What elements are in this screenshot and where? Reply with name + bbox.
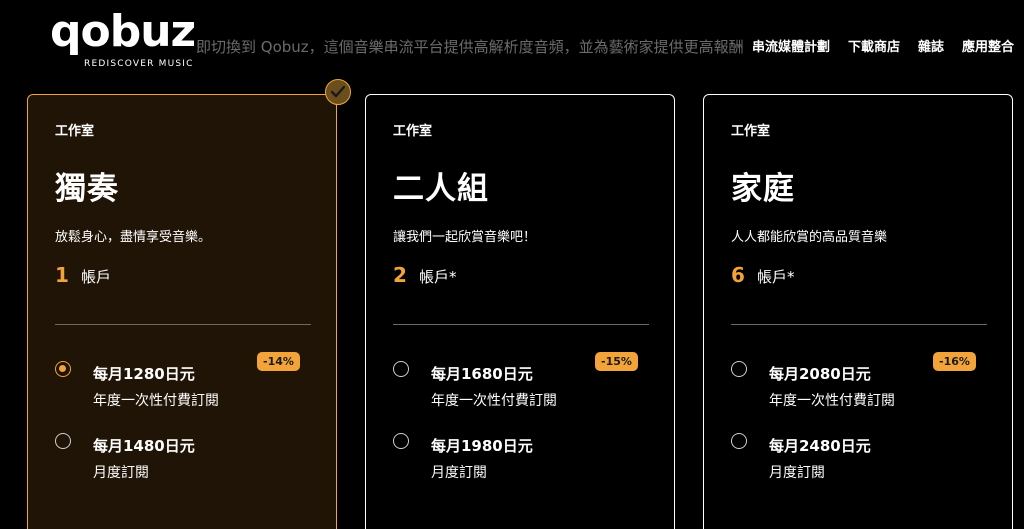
plan-tier-label: 工作室 bbox=[731, 124, 771, 139]
plan-tier-label: 工作室 bbox=[393, 124, 433, 139]
plan-tagline: 放鬆身心，盡情享受音樂。 bbox=[55, 230, 212, 245]
pricing-page: 即切換到 Qobuz，這個音樂串流平台提供高解析度音頻，並為藝術家提供更高報酬 … bbox=[0, 0, 1024, 529]
plan-accounts: 2 帳戶* bbox=[393, 263, 457, 287]
option-billing: 年度一次性付費訂閱 bbox=[431, 393, 557, 409]
radio-annual[interactable] bbox=[731, 361, 747, 377]
plan-name: 家庭 bbox=[731, 171, 795, 207]
radio-annual[interactable] bbox=[393, 361, 409, 377]
plan-tier-label: 工作室 bbox=[55, 124, 95, 139]
account-count: 1 bbox=[55, 263, 69, 287]
discount-badge: -16% bbox=[933, 352, 976, 371]
option-price: 每月2080日元 bbox=[769, 365, 871, 383]
main-nav: 串流媒體計劃 下載商店 雜誌 應用整合 bbox=[752, 36, 1014, 55]
option-price: 每月1280日元 bbox=[93, 365, 195, 383]
account-count: 6 bbox=[731, 263, 745, 287]
qobuz-logo[interactable]: qobuz REDISCOVER MUSIC bbox=[50, 6, 200, 74]
option-price: 每月1980日元 bbox=[431, 437, 533, 455]
discount-badge: -15% bbox=[595, 352, 638, 371]
promo-marquee-text: 即切換到 Qobuz，這個音樂串流平台提供高解析度音頻，並為藝術家提供更高報酬 bbox=[196, 38, 744, 56]
nav-magazine[interactable]: 雜誌 bbox=[918, 36, 944, 55]
plan-name: 二人組 bbox=[393, 171, 489, 207]
card-divider bbox=[731, 324, 987, 325]
nav-streaming-plans[interactable]: 串流媒體計劃 bbox=[752, 36, 830, 55]
plan-accounts: 6 帳戶* bbox=[731, 263, 795, 287]
account-label: 帳戶 bbox=[81, 268, 112, 286]
account-label: 帳戶* bbox=[757, 268, 795, 286]
card-divider bbox=[393, 324, 649, 325]
radio-monthly[interactable] bbox=[55, 433, 71, 449]
radio-monthly[interactable] bbox=[731, 433, 747, 449]
option-billing: 年度一次性付費訂閱 bbox=[769, 393, 895, 409]
option-billing: 月度訂閱 bbox=[431, 465, 487, 481]
card-divider bbox=[55, 324, 311, 325]
option-billing: 月度訂閱 bbox=[93, 465, 149, 481]
nav-download-store[interactable]: 下載商店 bbox=[848, 36, 900, 55]
option-price: 每月1680日元 bbox=[431, 365, 533, 383]
plan-card-solo[interactable]: 工作室 獨奏 放鬆身心，盡情享受音樂。 1 帳戶 每月1280日元 年度一次性付… bbox=[27, 94, 337, 529]
radio-annual[interactable] bbox=[55, 361, 71, 377]
option-price: 每月1480日元 bbox=[93, 437, 195, 455]
account-count: 2 bbox=[393, 263, 407, 287]
account-label: 帳戶* bbox=[419, 268, 457, 286]
option-price: 每月2480日元 bbox=[769, 437, 871, 455]
plan-tagline: 人人都能欣賞的高品質音樂 bbox=[731, 230, 888, 245]
plan-name: 獨奏 bbox=[55, 171, 119, 207]
nav-app-integration[interactable]: 應用整合 bbox=[962, 36, 1014, 55]
site-header: 即切換到 Qobuz，這個音樂串流平台提供高解析度音頻，並為藝術家提供更高報酬 … bbox=[0, 0, 1024, 88]
check-icon bbox=[325, 79, 351, 105]
logo-wordmark: qobuz bbox=[50, 6, 196, 57]
plan-accounts: 1 帳戶 bbox=[55, 263, 111, 287]
radio-monthly[interactable] bbox=[393, 433, 409, 449]
plan-card-duo[interactable]: 工作室 二人組 讓我們一起欣賞音樂吧！ 2 帳戶* 每月1680日元 年度一次性… bbox=[365, 94, 675, 529]
logo-tagline: REDISCOVER MUSIC bbox=[84, 59, 194, 69]
plan-tagline: 讓我們一起欣賞音樂吧！ bbox=[393, 230, 537, 245]
option-billing: 年度一次性付費訂閱 bbox=[93, 393, 219, 409]
option-billing: 月度訂閱 bbox=[769, 465, 825, 481]
discount-badge: -14% bbox=[257, 352, 300, 371]
plan-card-family[interactable]: 工作室 家庭 人人都能欣賞的高品質音樂 6 帳戶* 每月2080日元 年度一次性… bbox=[703, 94, 1013, 529]
